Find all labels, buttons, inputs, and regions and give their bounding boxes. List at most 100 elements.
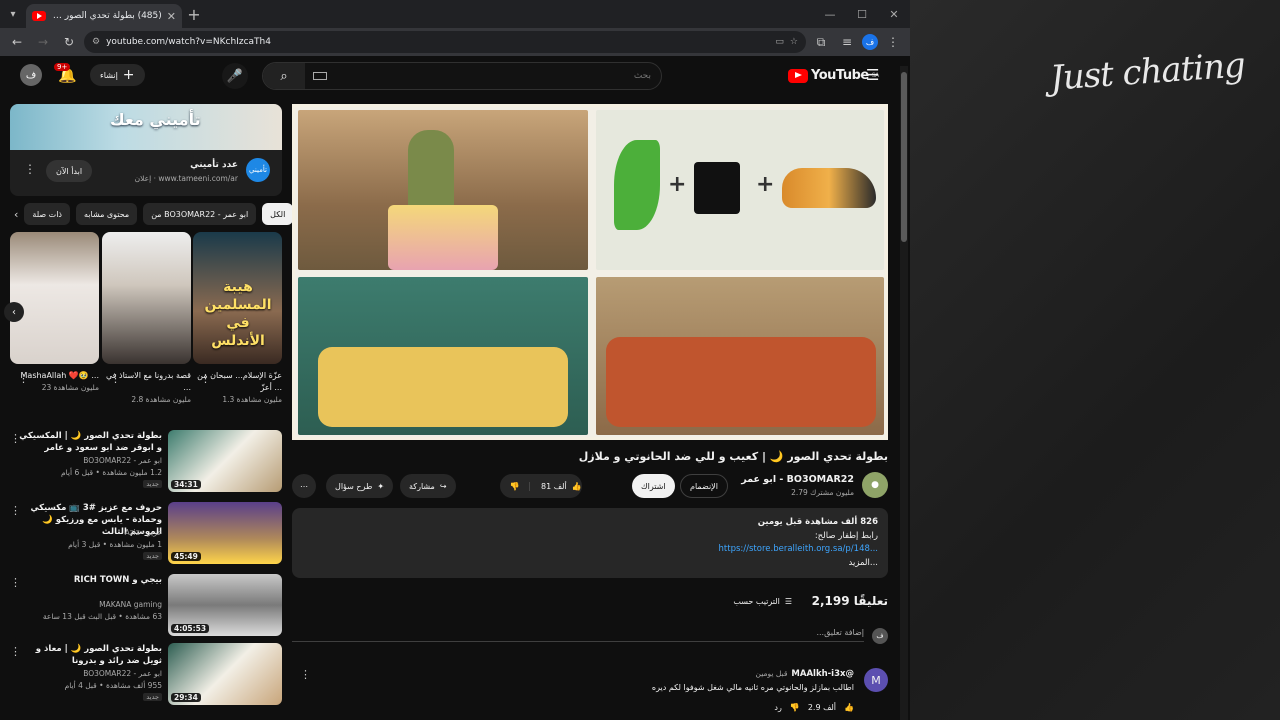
description-link[interactable]: https://store.beralleith.org.sa/p/148... — [302, 543, 878, 557]
url-field[interactable]: ⚙ youtube.com/watch?v=NKchIzcaTh4 ▭ ☆ — [84, 31, 806, 53]
browser-menu-icon[interactable]: ⋮ — [882, 31, 904, 53]
rec-duration: 4:05:53 — [171, 624, 210, 633]
comment-actions: رد 👎 2.9 ألف 👍 — [774, 703, 854, 712]
video-panel-team-1 — [298, 277, 588, 435]
comments-count: 2,199 تعليقًا — [811, 594, 888, 608]
description-stats: 826 ألف مشاهدة قبل يومين — [757, 517, 878, 527]
close-window-icon[interactable]: ✕ — [878, 0, 910, 28]
guide-menu-icon[interactable]: ☰ — [866, 66, 879, 84]
minimize-icon[interactable]: — — [814, 0, 846, 28]
rec-thumbnail[interactable]: 4:05:53 — [168, 574, 282, 636]
address-bar: ← → ↻ ⚙ youtube.com/watch?v=NKchIzcaTh4 … — [0, 28, 910, 56]
add-comment-row: ف إضافة تعليق... — [292, 628, 888, 646]
scrollbar-thumb[interactable] — [901, 72, 907, 242]
description-more[interactable]: ...المزيد — [302, 557, 879, 571]
cast-icon[interactable]: ▭ — [775, 37, 784, 47]
rec-menu-icon[interactable]: ⋮ — [10, 576, 21, 589]
more-actions-icon[interactable]: ⋯ — [292, 474, 316, 498]
profile-avatar[interactable]: ف — [862, 34, 878, 50]
media-icon[interactable]: ≡ — [836, 31, 858, 53]
ask-button[interactable]: طرح سؤال ✦ — [326, 474, 394, 498]
ad-cta-button[interactable]: ابدأ الآن — [46, 160, 93, 182]
channel-avatar[interactable]: ● — [862, 472, 888, 498]
rec-menu-icon[interactable]: ⋮ — [10, 645, 21, 658]
comment-avatar[interactable]: M — [864, 668, 888, 692]
shorts-prev-icon[interactable]: ‹ — [4, 302, 24, 322]
short-thumbnail[interactable] — [102, 232, 191, 364]
rec-channel[interactable]: عزيز - Aziz — [125, 528, 162, 537]
recommended-video[interactable]: 29:34 بطولة تحدي الصور 🌙 | معاذ و ثويل ض… — [10, 643, 282, 707]
recommended-video[interactable]: 45:49 حروف مع عزيز #3 📺 مكسيكي وحمادة - … — [10, 502, 282, 566]
chip-scroll-left-icon[interactable]: ‹ — [14, 208, 18, 221]
youtube-favicon-icon — [32, 11, 46, 21]
tab-youtube[interactable]: (485) بطولة تحدي الصور 🌙 ✕ — [26, 4, 182, 28]
forward-icon[interactable]: → — [32, 31, 54, 53]
maximize-icon[interactable]: ☐ — [846, 0, 878, 28]
create-button[interactable]: إنشاء + — [90, 64, 145, 86]
rec-channel[interactable]: MAKANA gaming — [99, 600, 162, 609]
comment-user[interactable]: @MAAlkh-i3xقبل يومين — [756, 669, 854, 679]
search-box: ⌕ — [262, 62, 662, 90]
dislike-icon[interactable]: 👎 — [500, 481, 530, 491]
voice-search-mic-icon[interactable]: 🎤 — [222, 63, 248, 89]
search-button-icon[interactable]: ⌕ — [263, 63, 305, 89]
rec-views: 63 مشاهدة • قبل البث قبل 13 ساعة — [42, 612, 162, 621]
keyboard-icon[interactable] — [313, 72, 327, 80]
ad-menu-icon[interactable]: ⋮ — [24, 162, 36, 176]
sponsored-ad-card[interactable]: تأميني معك تأميني عدد تأميني إعلان · www… — [10, 104, 282, 196]
tab-close-icon[interactable]: ✕ — [167, 10, 176, 23]
subscribe-button[interactable]: اشتراك — [632, 474, 675, 498]
reload-icon[interactable]: ↻ — [58, 31, 80, 53]
recommended-video[interactable]: 4:05:53 بيجي و RICH TOWN MAKANA gaming 6… — [10, 574, 282, 638]
new-tab-icon[interactable]: + — [182, 5, 206, 24]
chip-from-channel[interactable]: من BO3OMAR22 - ابو عمر — [143, 203, 257, 225]
share-button[interactable]: مشاركة ↪ — [400, 474, 456, 498]
chip-all[interactable]: الكل — [262, 203, 294, 225]
comment-username: @MAAlkh-i3x — [791, 669, 854, 679]
rec-thumbnail[interactable]: 29:34 — [168, 643, 282, 705]
video-player[interactable]: + + — [292, 104, 888, 440]
like-count: 81 ألف — [541, 481, 567, 491]
rec-title[interactable]: بيجي و RICH TOWN — [18, 574, 162, 586]
comment-text: اطالب بمازلز والحانوتي مره ثانيه مالي شغ… — [651, 683, 854, 692]
rec-duration: 45:49 — [171, 552, 201, 561]
description-box[interactable]: 826 ألف مشاهدة قبل يومين رابط إطفار صالح… — [292, 508, 888, 578]
back-icon[interactable]: ← — [6, 31, 28, 53]
like-icon[interactable]: 👍 — [572, 482, 582, 491]
chip-similar[interactable]: محتوى مشابه — [76, 203, 138, 225]
short-menu-icon[interactable]: ⋮ — [18, 372, 29, 385]
rec-duration: 29:34 — [171, 693, 201, 702]
comment-reply-button[interactable]: رد — [774, 703, 781, 712]
short-menu-icon[interactable]: ⋮ — [110, 372, 121, 385]
rec-title[interactable]: بطولة تحدي الصور 🌙 | معاذ و ثويل ضد رائد… — [18, 643, 162, 667]
search-input[interactable] — [327, 71, 661, 81]
stream-background — [910, 0, 1280, 720]
add-comment-input[interactable]: إضافة تعليق... — [292, 628, 864, 642]
video-actions-row: ● ابو عمر - BO3OMAR22 2.79 مليون مشترك ا… — [292, 472, 888, 500]
rec-channel[interactable]: ابو عمر - BO3OMAR22 — [83, 669, 162, 678]
rec-channel[interactable]: ابو عمر - BO3OMAR22 — [83, 456, 162, 465]
rec-thumbnail[interactable]: 34:31 — [168, 430, 282, 492]
short-menu-icon[interactable]: ⋮ — [200, 372, 211, 385]
tab-search-icon[interactable]: ▾ — [0, 0, 26, 28]
bookmark-star-icon[interactable]: ☆ — [790, 37, 798, 47]
page-scrollbar[interactable] — [900, 66, 908, 720]
short-thumbnail[interactable] — [10, 232, 99, 364]
channel-name[interactable]: ابو عمر - BO3OMAR22 — [741, 474, 854, 485]
sort-comments-button[interactable]: الترتيب حسب ☰ — [733, 597, 792, 606]
comment-like-icon[interactable]: 👍 — [844, 703, 854, 712]
url-text: youtube.com/watch?v=NKchIzcaTh4 — [106, 37, 271, 47]
recommended-video[interactable]: 34:31 بطولة تحدي الصور 🌙 | المكسيكي و اب… — [10, 430, 282, 494]
site-info-icon[interactable]: ⚙ — [92, 37, 100, 47]
rec-thumbnail[interactable]: 45:49 — [168, 502, 282, 564]
short-thumbnail[interactable]: هيبة المسلمين في الأندلس — [193, 232, 282, 364]
rec-title[interactable]: بطولة تحدي الصور 🌙 | المكسيكي و ابوقر ضد… — [18, 430, 162, 454]
chip-related[interactable]: ذات صلة — [24, 203, 70, 225]
rec-menu-icon[interactable]: ⋮ — [10, 504, 21, 517]
extensions-icon[interactable]: ⧉ — [810, 31, 832, 53]
rec-menu-icon[interactable]: ⋮ — [10, 432, 21, 445]
join-button[interactable]: الإنضمام — [680, 474, 728, 498]
comment-dislike-icon[interactable]: 👎 — [790, 703, 800, 712]
account-avatar[interactable]: ف — [20, 64, 42, 86]
comment-menu-icon[interactable]: ⋮ — [300, 668, 311, 681]
